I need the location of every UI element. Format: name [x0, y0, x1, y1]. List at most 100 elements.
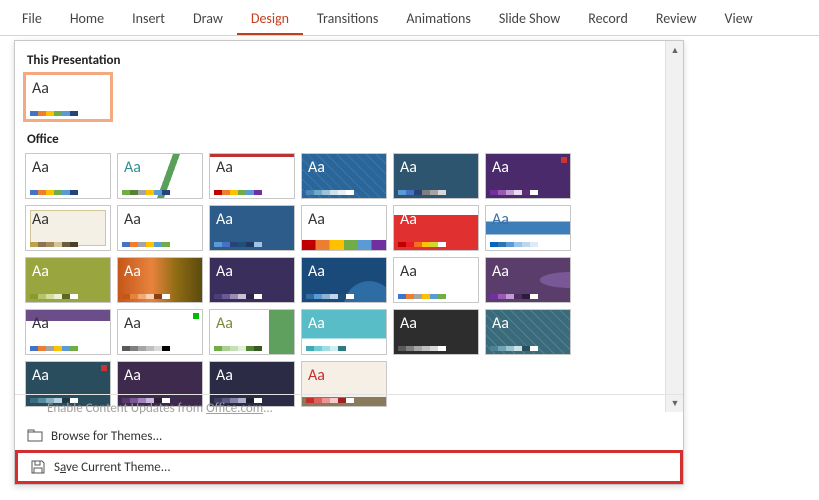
theme-aa-label: Aa — [492, 264, 509, 280]
scrollbar-up-icon[interactable]: ▲ — [666, 41, 684, 59]
theme-aa-label: Aa — [308, 160, 325, 176]
theme-thumb[interactable]: Aa — [393, 257, 479, 303]
theme-aa-label: Aa — [124, 264, 141, 280]
theme-thumb[interactable]: Aa — [209, 257, 295, 303]
theme-thumb[interactable]: Aa — [117, 257, 203, 303]
theme-thumb[interactable]: Aa — [117, 205, 203, 251]
theme-swatches — [214, 346, 262, 351]
theme-thumb[interactable]: Aa — [25, 153, 111, 199]
theme-swatches — [490, 294, 538, 299]
save-disk-icon — [30, 459, 46, 475]
themes-scroll-area: This Presentation Aa Office AaAaAaAaAaAa… — [15, 41, 665, 412]
theme-swatches — [122, 190, 170, 195]
ribbon-tab-review[interactable]: Review — [642, 4, 711, 35]
theme-thumb[interactable]: Aa — [393, 309, 479, 355]
theme-aa-label: Aa — [32, 212, 49, 228]
theme-aa-label: Aa — [308, 368, 325, 384]
theme-thumb[interactable]: Aa — [485, 257, 571, 303]
theme-swatches — [398, 346, 446, 351]
theme-aa-label: Aa — [32, 264, 49, 280]
theme-thumb[interactable]: Aa — [301, 257, 387, 303]
ribbon-tab-record[interactable]: Record — [574, 4, 642, 35]
ribbon-tab-insert[interactable]: Insert — [118, 4, 179, 35]
theme-aa-label: Aa — [216, 160, 233, 176]
theme-thumb[interactable]: Aa — [485, 309, 571, 355]
theme-thumb[interactable]: Aa — [209, 205, 295, 251]
theme-swatches — [214, 190, 262, 195]
themes-menu-footer: Enable Content Updates from Office.com..… — [15, 394, 683, 484]
theme-aa-label: Aa — [32, 316, 49, 332]
theme-aa-label: Aa — [32, 368, 49, 384]
theme-aa-label: Aa — [308, 212, 325, 228]
enable-content-updates-item: Enable Content Updates from Office.com..… — [15, 395, 683, 422]
theme-thumb[interactable]: Aa — [301, 153, 387, 199]
ribbon-tab-transitions[interactable]: Transitions — [303, 4, 392, 35]
theme-swatches — [398, 190, 446, 195]
theme-thumb[interactable]: Aa — [25, 309, 111, 355]
theme-swatches — [306, 346, 354, 351]
theme-aa-label: Aa — [124, 316, 141, 332]
theme-swatches — [306, 294, 354, 299]
theme-aa-label: Aa — [216, 212, 233, 228]
theme-swatches — [214, 294, 262, 299]
theme-swatches — [30, 294, 78, 299]
theme-aa-label: Aa — [216, 316, 233, 332]
theme-aa-label: Aa — [124, 160, 141, 176]
save-current-theme-item[interactable]: Save Current Theme... — [18, 453, 680, 481]
scrollbar-vertical[interactable]: ▲ ▼ — [665, 41, 683, 412]
enable-updates-text: Enable Content Updates from Office.com..… — [47, 401, 273, 416]
theme-thumb[interactable]: Aa — [301, 205, 387, 251]
ribbon-tab-animations[interactable]: Animations — [392, 4, 484, 35]
folder-icon — [27, 428, 43, 444]
theme-thumb[interactable]: Aa — [25, 205, 111, 251]
ribbon-tab-view[interactable]: View — [711, 4, 767, 35]
theme-swatches — [30, 111, 78, 116]
thumbs-office: AaAaAaAaAaAaAaAaAaAaAaAaAaAaAaAaAaAaAaAa… — [25, 153, 659, 407]
theme-swatches — [30, 190, 78, 195]
theme-thumb[interactable]: Aa — [485, 153, 571, 199]
theme-thumb[interactable]: Aa — [485, 205, 571, 251]
browse-for-themes-item[interactable]: Browse for Themes... — [15, 422, 683, 450]
ribbon-tab-file[interactable]: File — [8, 4, 56, 35]
theme-thumb[interactable]: Aa — [117, 153, 203, 199]
theme-aa-label: Aa — [124, 368, 141, 384]
theme-thumb[interactable]: Aa — [117, 309, 203, 355]
section-this-presentation: This Presentation — [25, 51, 659, 74]
theme-aa-label: Aa — [32, 81, 49, 97]
theme-aa-label: Aa — [400, 264, 417, 280]
ribbon-tab-slide-show[interactable]: Slide Show — [485, 4, 574, 35]
save-current-theme-highlight: Save Current Theme... — [15, 450, 683, 484]
theme-swatches — [30, 242, 78, 247]
theme-swatches — [490, 346, 538, 351]
themes-dropdown-panel: This Presentation Aa Office AaAaAaAaAaAa… — [14, 40, 684, 485]
theme-aa-label: Aa — [216, 264, 233, 280]
ribbon-tab-design[interactable]: Design — [237, 4, 303, 35]
section-office: Office — [25, 130, 659, 153]
theme-swatches — [306, 190, 354, 195]
theme-swatches — [398, 242, 446, 247]
save-label: Save Current Theme... — [54, 460, 171, 475]
theme-swatches — [214, 242, 262, 247]
thumbs-this-presentation: Aa — [25, 74, 659, 120]
theme-swatches — [122, 242, 170, 247]
theme-thumb[interactable]: Aa — [209, 153, 295, 199]
theme-swatches — [490, 242, 538, 247]
theme-swatches — [398, 294, 446, 299]
theme-aa-label: Aa — [216, 368, 233, 384]
browse-label: Browse for Themes... — [51, 429, 162, 444]
theme-thumb[interactable]: Aa — [25, 257, 111, 303]
theme-aa-label: Aa — [32, 160, 49, 176]
theme-thumb[interactable]: Aa — [301, 309, 387, 355]
theme-aa-label: Aa — [400, 160, 417, 176]
theme-thumb[interactable]: Aa — [25, 74, 111, 120]
theme-aa-label: Aa — [492, 160, 509, 176]
ribbon-tab-draw[interactable]: Draw — [179, 4, 237, 35]
theme-aa-label: Aa — [400, 212, 417, 228]
theme-swatches — [122, 294, 170, 299]
theme-thumb[interactable]: Aa — [209, 309, 295, 355]
ribbon-tab-home[interactable]: Home — [56, 4, 118, 35]
ribbon-tabs: FileHomeInsertDrawDesignTransitionsAnima… — [0, 0, 819, 36]
theme-thumb[interactable]: Aa — [393, 153, 479, 199]
theme-thumb[interactable]: Aa — [393, 205, 479, 251]
theme-swatches — [490, 190, 538, 195]
